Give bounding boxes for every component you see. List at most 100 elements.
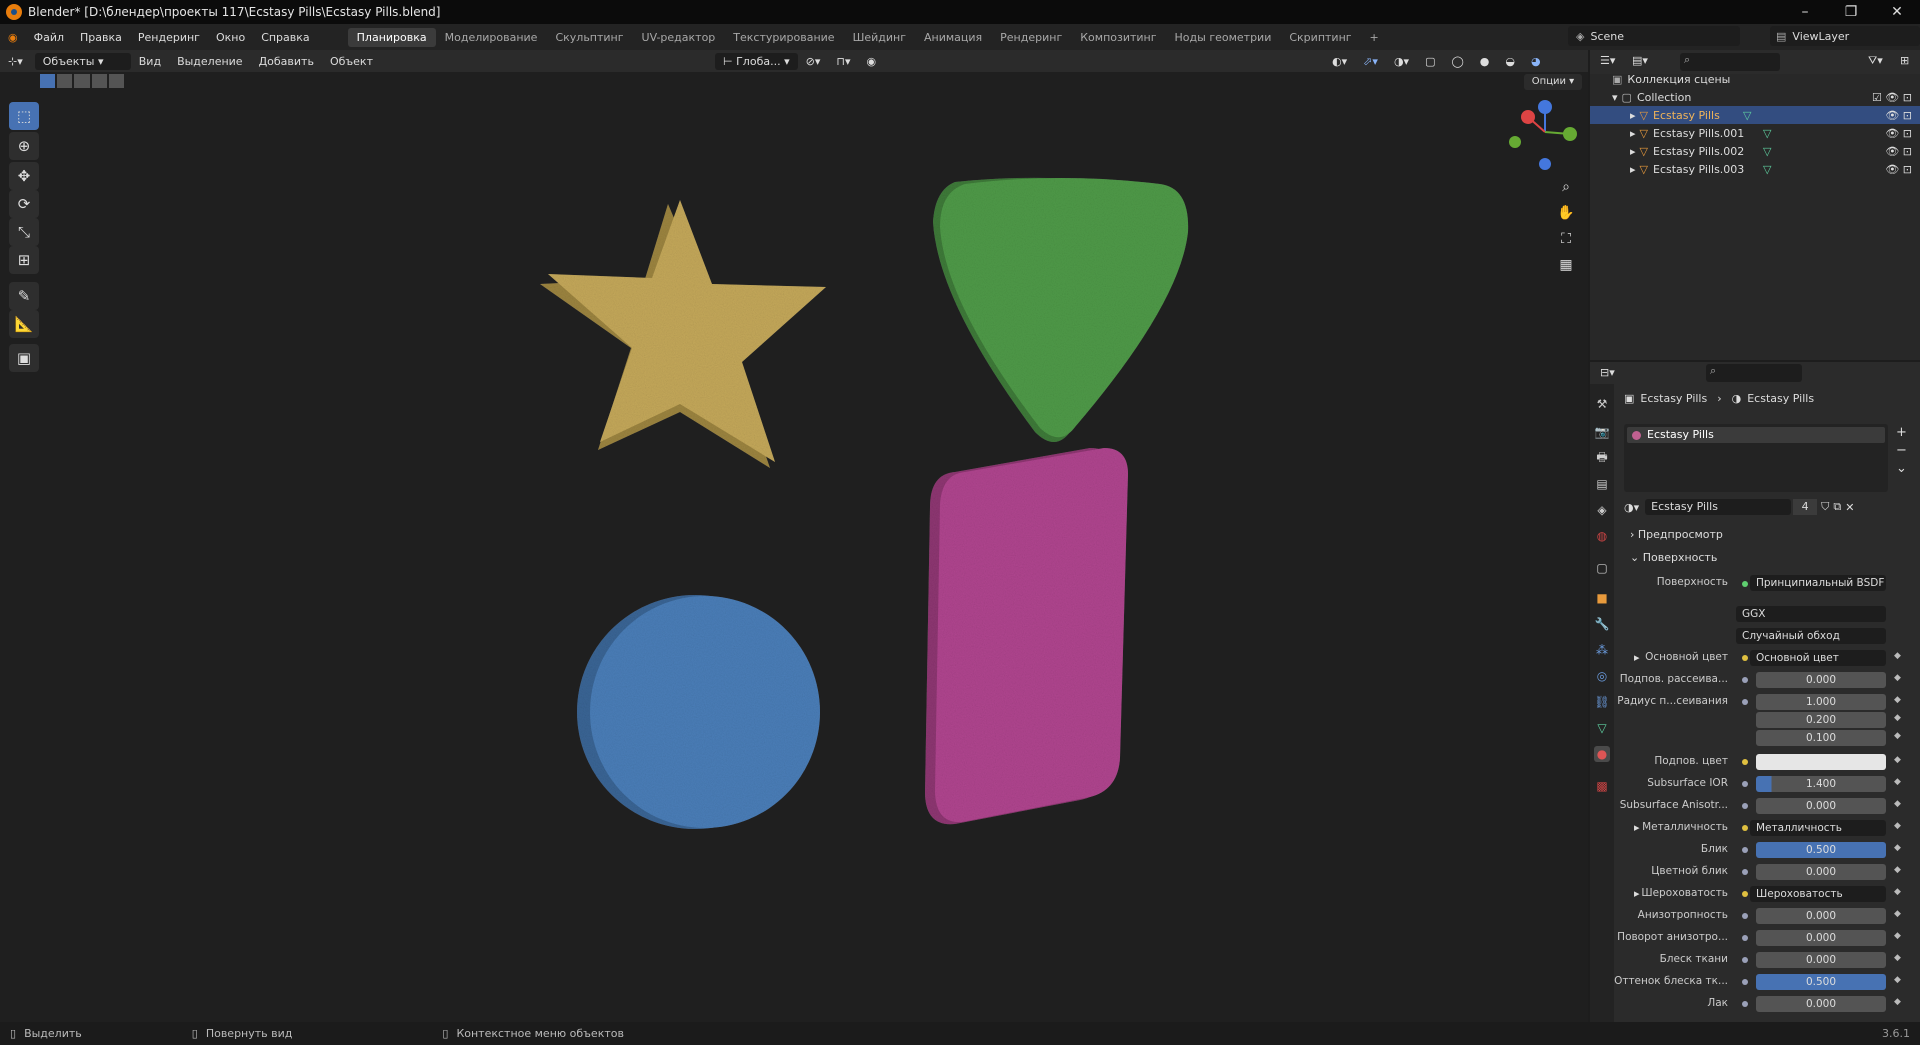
tab-modeling[interactable]: Моделирование <box>436 28 547 47</box>
tab-animation[interactable]: Анимация <box>915 28 991 47</box>
socket-icon[interactable] <box>1742 891 1748 897</box>
menu-help[interactable]: Справка <box>253 31 317 44</box>
menu-window[interactable]: Окно <box>208 31 253 44</box>
keyframe-icon[interactable]: ◆ <box>1894 777 1901 787</box>
outliner-search-input[interactable]: ⌕ <box>1680 53 1780 71</box>
panel-preview[interactable]: › Предпросмотр <box>1630 528 1723 541</box>
outliner-object-2[interactable]: ▸ ▽ Ecstasy Pills.002 ▽ 👁 ⊡ <box>1590 142 1920 160</box>
view-layer-tab-icon[interactable]: ▤ <box>1594 476 1610 492</box>
expand-chevron-icon[interactable]: ▸ <box>1634 887 1640 900</box>
property-value-field[interactable]: 0.000 <box>1756 672 1886 688</box>
shading-material-icon[interactable]: ◒ <box>1497 53 1523 70</box>
socket-icon[interactable] <box>1742 1001 1748 1007</box>
move-tool[interactable]: ✥ <box>9 162 39 190</box>
star-pill[interactable] <box>540 200 826 468</box>
keyframe-icon[interactable]: ◆ <box>1894 821 1901 831</box>
outliner-collection[interactable]: ▾ ▢ Collection ☑ 👁 ⊡ <box>1590 88 1920 106</box>
socket-icon[interactable] <box>1742 759 1748 765</box>
tab-rendering[interactable]: Рендеринг <box>991 28 1071 47</box>
socket-icon[interactable] <box>1742 847 1748 853</box>
visibility-icons[interactable]: 👁 ⊡ <box>1885 145 1912 158</box>
expand-chevron-icon[interactable]: ▸ <box>1630 127 1636 140</box>
material-slot-list[interactable]: Ecstasy Pills <box>1624 424 1888 492</box>
material-name-field[interactable]: Ecstasy Pills <box>1645 499 1792 515</box>
visibility-icons[interactable]: 👁 ⊡ <box>1885 109 1912 122</box>
filter-icon[interactable]: ⛛▾ <box>1868 54 1883 68</box>
shading-wire-icon[interactable]: ◯ <box>1443 53 1471 70</box>
property-value-field[interactable] <box>1756 754 1886 770</box>
property-value-field[interactable]: 1.000 <box>1756 694 1886 710</box>
mode-selector[interactable]: Объекты ▾ <box>34 52 131 70</box>
outliner-scene-collection[interactable]: ▣ Коллекция сцены <box>1590 70 1920 88</box>
new-collection-icon[interactable]: ⊞ <box>1900 54 1909 67</box>
rotate-tool[interactable]: ⟳ <box>9 190 39 218</box>
add-cube-tool[interactable]: ▣ <box>9 344 39 372</box>
property-value-field[interactable]: 0.000 <box>1756 930 1886 946</box>
tab-compositing[interactable]: Композитинг <box>1071 28 1165 47</box>
socket-icon[interactable] <box>1742 913 1748 919</box>
add-slot-icon[interactable]: + <box>1896 424 1907 442</box>
rectangle-pill[interactable] <box>925 448 1128 825</box>
keyframe-icon[interactable]: ◆ <box>1894 997 1901 1007</box>
menu-view[interactable]: Вид <box>131 53 169 70</box>
keyframe-icon[interactable]: ◆ <box>1894 695 1901 705</box>
tab-shading[interactable]: Шейдинг <box>844 28 915 47</box>
outliner-object-3[interactable]: ▸ ▽ Ecstasy Pills.003 ▽ 👁 ⊡ <box>1590 160 1920 178</box>
tab-texture-paint[interactable]: Текстурирование <box>724 28 843 47</box>
data-tab-icon[interactable]: ▽ <box>1594 720 1610 736</box>
select-extend-icon[interactable] <box>57 74 73 88</box>
property-value-field[interactable]: Основной цвет <box>1750 650 1886 666</box>
keyframe-icon[interactable]: ◆ <box>1894 755 1901 765</box>
gizmo-icon[interactable]: ⬀▾ <box>1355 53 1386 70</box>
socket-icon[interactable] <box>1742 869 1748 875</box>
3d-viewport[interactable]: ⬚ ⊕ ✥ ⟳ ⤡ ⊞ ✎ 📐 ▣ ⌕ ✋ ⛶ ▦ <box>0 72 1588 1022</box>
socket-icon[interactable] <box>1742 699 1748 705</box>
world-tab-icon[interactable]: ◍ <box>1594 528 1610 544</box>
select-invert-icon[interactable] <box>91 74 107 88</box>
menu-edit[interactable]: Правка <box>72 31 130 44</box>
proportional-edit-icon[interactable]: ◉ <box>858 53 884 70</box>
properties-search-input[interactable]: ⌕ <box>1706 364 1802 382</box>
collection-tab-icon[interactable]: ▢ <box>1594 560 1610 576</box>
property-value-field[interactable]: 1.400 <box>1756 776 1886 792</box>
keyframe-icon[interactable]: ◆ <box>1894 953 1901 963</box>
camera-icon[interactable]: ⛶ <box>1553 226 1579 252</box>
add-workspace-icon[interactable]: + <box>1361 28 1388 47</box>
keyframe-icon[interactable]: ◆ <box>1894 673 1901 683</box>
property-value-field[interactable]: 0.500 <box>1756 974 1886 990</box>
keyframe-icon[interactable]: ◆ <box>1894 931 1901 941</box>
tab-geometry-nodes[interactable]: Ноды геометрии <box>1166 28 1281 47</box>
keyframe-icon[interactable]: ◆ <box>1894 887 1901 897</box>
perspective-grid-icon[interactable]: ▦ <box>1553 252 1579 278</box>
property-value-field[interactable]: 0.000 <box>1756 864 1886 880</box>
maximize-icon[interactable]: ❐ <box>1828 0 1874 24</box>
distribution-dropdown[interactable]: GGX <box>1736 606 1886 622</box>
expand-chevron-icon[interactable]: ▸ <box>1630 163 1636 176</box>
zoom-icon[interactable]: ⌕ <box>1553 174 1579 200</box>
select-subtract-icon[interactable] <box>74 74 90 88</box>
select-new-icon[interactable] <box>40 74 56 88</box>
property-value-field[interactable]: 0.200 <box>1756 712 1886 728</box>
expand-chevron-icon[interactable]: ▸ <box>1630 109 1636 122</box>
socket-icon[interactable] <box>1742 781 1748 787</box>
tool-tab-icon[interactable]: ⚒ <box>1594 396 1610 412</box>
tab-sculpting[interactable]: Скульптинг <box>546 28 632 47</box>
options-dropdown[interactable]: Опции ▾ <box>1524 74 1582 90</box>
menu-select[interactable]: Выделение <box>169 53 251 70</box>
tab-layout[interactable]: Планировка <box>347 27 436 47</box>
menu-object[interactable]: Объект <box>322 53 381 70</box>
close-icon[interactable]: ✕ <box>1874 0 1920 24</box>
surface-shader-field[interactable]: Принципиальный BSDF <box>1750 575 1886 591</box>
socket-icon[interactable] <box>1742 655 1748 661</box>
collection-visibility-icons[interactable]: ☑ 👁 ⊡ <box>1872 91 1912 104</box>
select-box-tool[interactable]: ⬚ <box>9 102 39 130</box>
visibility-icons[interactable]: 👁 ⊡ <box>1885 163 1912 176</box>
modifier-tab-icon[interactable]: 🔧 <box>1594 616 1610 632</box>
menu-add[interactable]: Добавить <box>251 53 322 70</box>
keyframe-icon[interactable]: ◆ <box>1894 865 1901 875</box>
blender-menu-icon[interactable]: ◉ <box>0 31 26 44</box>
navigation-gizmo[interactable] <box>1509 100 1577 170</box>
object-tab-icon[interactable]: ■ <box>1594 590 1610 606</box>
panel-surface[interactable]: ⌄ Поверхность <box>1630 551 1717 564</box>
editor-type-icon[interactable]: ⊹▾ <box>0 53 31 70</box>
